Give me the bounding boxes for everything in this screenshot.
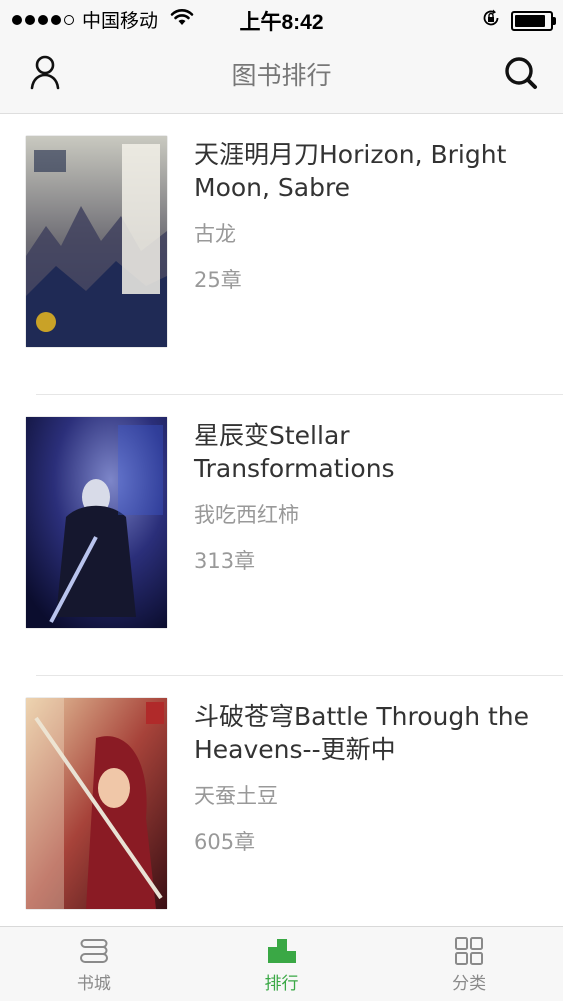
search-icon (505, 57, 537, 89)
tab-bookstore[interactable]: 书城 (0, 927, 188, 1001)
book-author: 古龙 (194, 222, 236, 246)
book-title: 天涯明月刀Horizon, Bright Moon, Sabre (194, 140, 507, 202)
orientation-lock-icon (481, 8, 501, 33)
book-author: 我吃西红柿 (194, 503, 299, 527)
book-ranking-list: 天涯明月刀Horizon, Bright Moon, Sabre 古龙 25章 (0, 114, 563, 926)
book-list-item[interactable]: 斗破苍穹Battle Through the Heavens--更新中 天蚕土豆… (0, 676, 563, 926)
navigation-bar: 图书排行 (0, 36, 563, 114)
book-chapter-count: 25章 (194, 268, 242, 292)
tab-ranking[interactable]: 排行 (188, 927, 376, 1001)
tab-label: 排行 (264, 974, 299, 994)
book-author: 天蚕土豆 (194, 784, 278, 808)
bookstore-icon (79, 937, 109, 969)
search-button[interactable] (501, 53, 541, 93)
tab-label: 分类 (452, 974, 487, 994)
category-icon (454, 937, 484, 969)
status-time: 上午8:42 (239, 11, 324, 34)
tab-bar: 书城 排行 分类 (0, 926, 563, 1001)
tab-category[interactable]: 分类 (375, 927, 563, 1001)
status-bar: 中国移动 上午8:42 (0, 0, 563, 36)
book-list-item[interactable]: 星辰变Stellar Transformations 我吃西红柿 313章 (0, 395, 563, 676)
tab-label: 书城 (76, 974, 111, 994)
book-cover-image (26, 698, 167, 909)
ranking-icon (267, 937, 297, 969)
book-title: 星辰变Stellar Transformations (194, 421, 395, 483)
battery-icon (511, 10, 556, 31)
book-cover-image (26, 417, 167, 628)
book-title: 斗破苍穹Battle Through the Heavens--更新中 (194, 702, 530, 764)
book-cover-image (26, 136, 167, 347)
book-chapter-count: 605章 (194, 830, 256, 854)
book-chapter-count: 313章 (194, 549, 256, 573)
book-list-item[interactable]: 天涯明月刀Horizon, Bright Moon, Sabre 古龙 25章 (0, 114, 563, 395)
status-right (481, 8, 556, 33)
page-title: 图书排行 (231, 61, 332, 90)
